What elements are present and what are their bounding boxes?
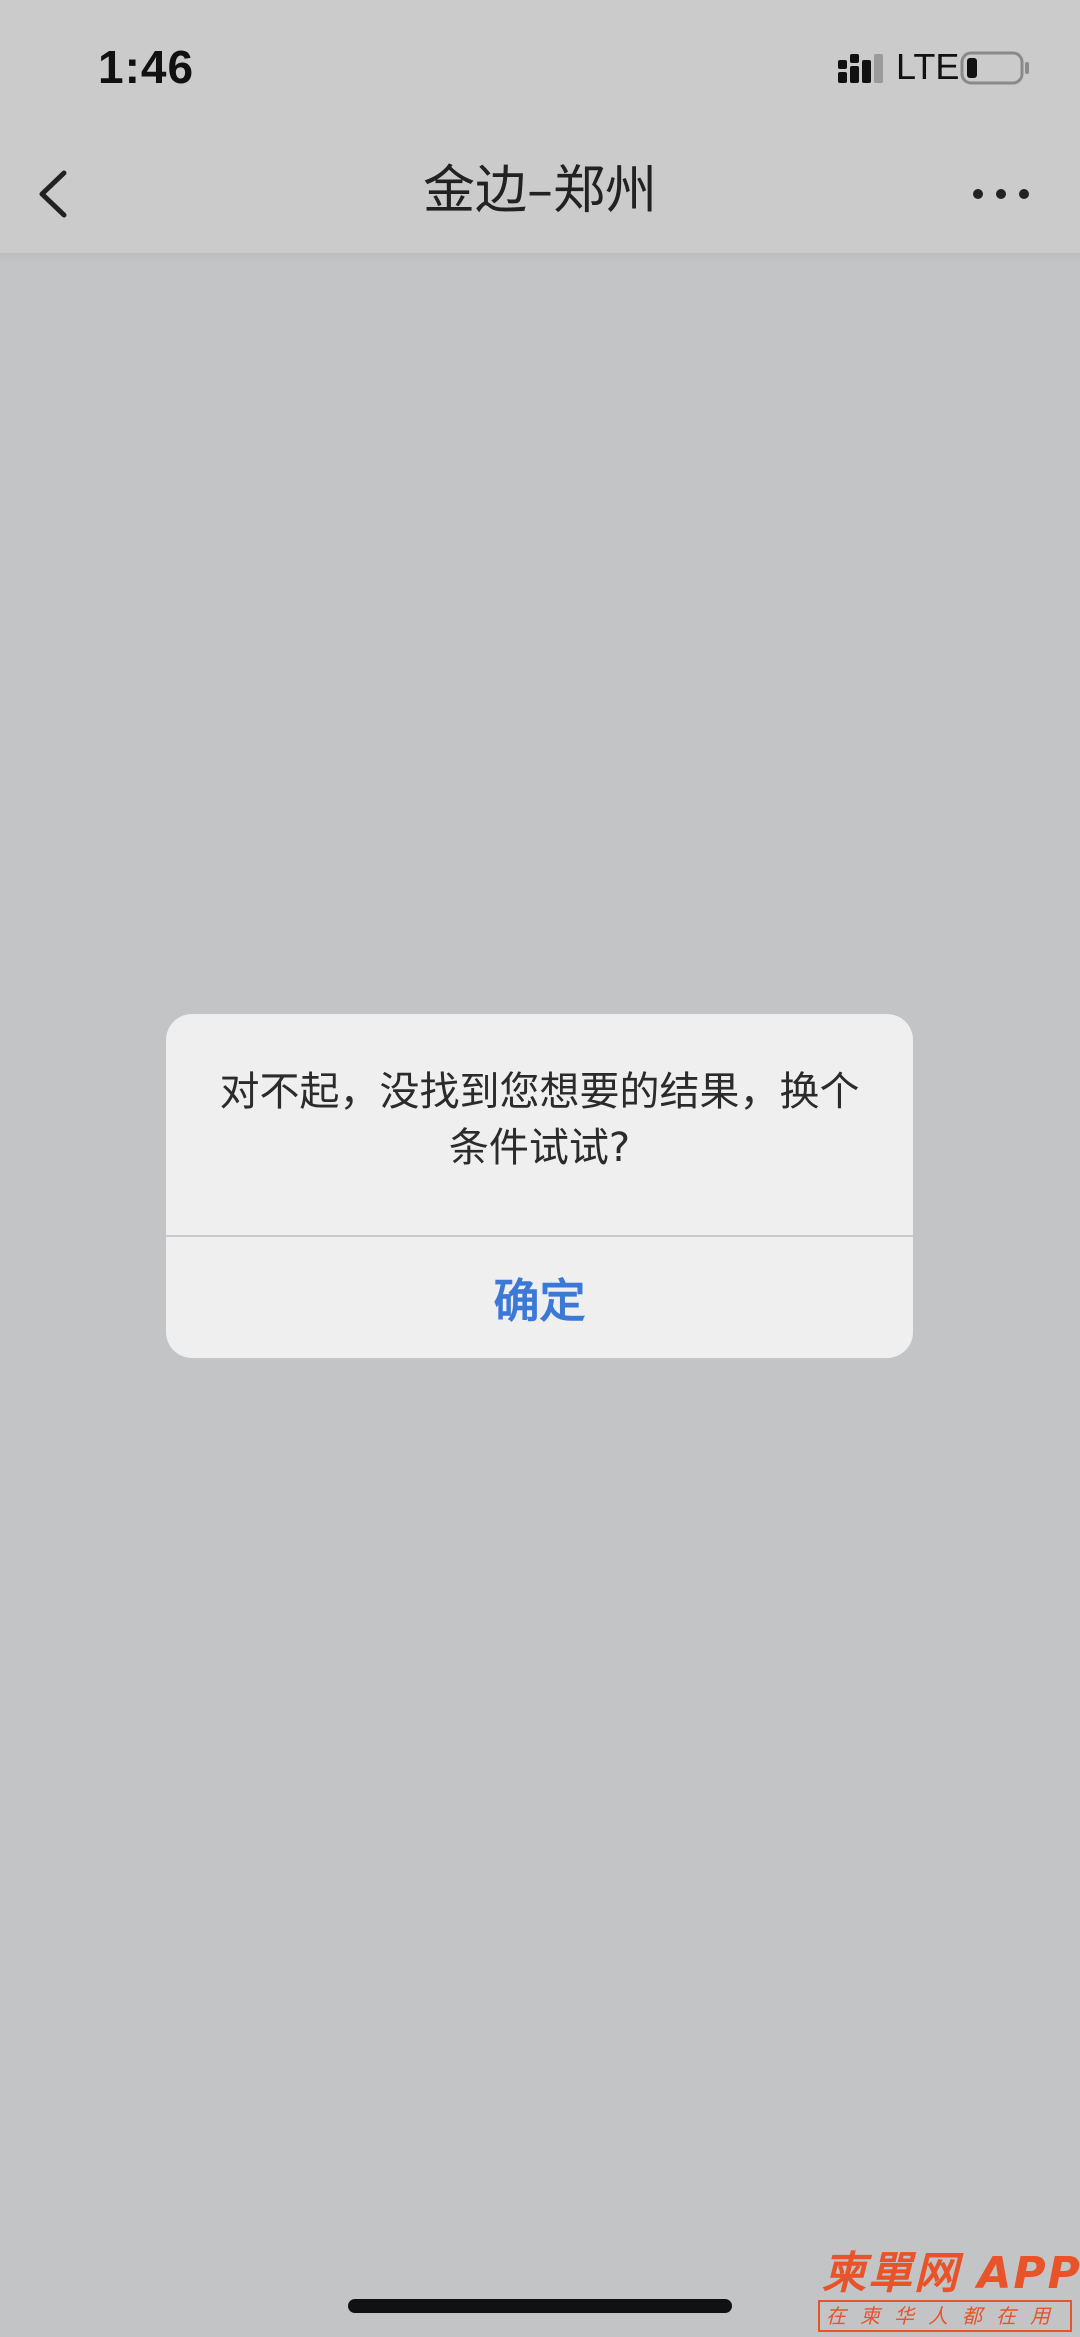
- home-indicator[interactable]: [348, 2299, 732, 2313]
- status-bar: 1:46 LTE: [0, 0, 1080, 135]
- battery-low-icon: [960, 51, 1029, 85]
- alert-dialog: 对不起，没找到您想要的结果，换个条件试试? 确定: [166, 1014, 913, 1358]
- watermark-name: 柬單网 APP: [822, 2248, 1080, 2299]
- network-type: LTE: [896, 46, 960, 87]
- watermark-tagline: 在柬华人都在用: [818, 2300, 1072, 2332]
- screen: 1:46 LTE 金边–郑州 对不起，没找到您想要的结果，换个条件试试? 确定 …: [0, 0, 1080, 2337]
- more-options-button[interactable]: [966, 169, 1036, 219]
- page-title: 金边–郑州: [422, 161, 657, 221]
- navigation-bar: 金边–郑州: [0, 135, 1080, 253]
- confirm-button[interactable]: 确定: [166, 1237, 913, 1358]
- watermark-logo: 柬單网 APP 在柬华人都在用: [818, 2248, 1080, 2334]
- cellular-signal-icon: [838, 54, 883, 83]
- status-time: 1:46: [98, 41, 195, 93]
- alert-message: 对不起，没找到您想要的结果，换个条件试试?: [219, 1069, 860, 1171]
- nav-divider: [0, 253, 1080, 265]
